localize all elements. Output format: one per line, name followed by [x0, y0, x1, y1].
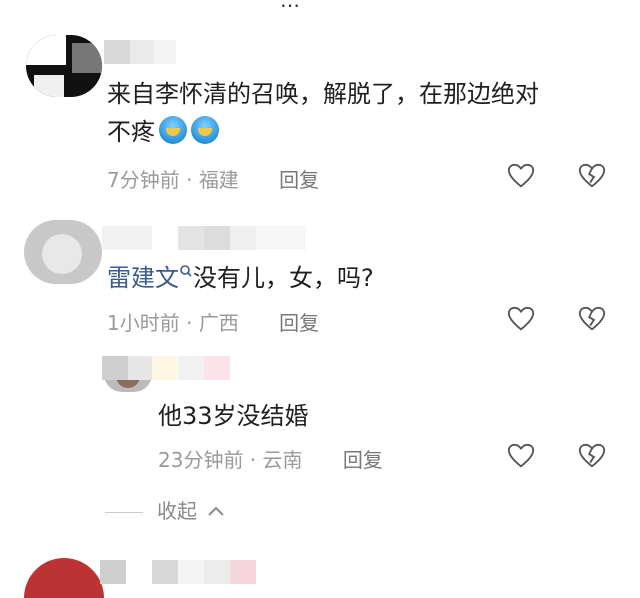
comment-meta: 1小时前 · 广西 回复 [107, 311, 320, 335]
comment-location: 福建 [198, 168, 239, 192]
comment-location: 广西 [198, 311, 239, 335]
comment-meta: 23分钟前 · 云南 回复 [158, 448, 383, 472]
reply-button[interactable]: 回复 [279, 168, 319, 192]
comment-time: 23分钟前 [158, 448, 244, 472]
comment-time: 7分钟前 [107, 168, 180, 192]
broken-heart-icon[interactable] [577, 441, 607, 471]
comment-body: 没有儿，女，吗? [193, 264, 374, 292]
heart-icon[interactable] [506, 304, 536, 334]
comment-meta: 7分钟前 · 福建 回复 [107, 168, 320, 192]
username-mosaic[interactable] [104, 40, 176, 64]
collapse-replies-button[interactable]: 收起 [105, 495, 225, 524]
chevron-up-icon [208, 506, 225, 516]
divider-line [105, 512, 143, 513]
heart-icon[interactable] [506, 161, 536, 191]
comment-text: 来自李怀清的召唤，解脱了，在那边绝对 不疼 [107, 75, 607, 151]
top-fragment-text: … [280, 0, 300, 12]
comment-location: 云南 [262, 448, 303, 472]
username-mosaic[interactable] [100, 560, 256, 584]
comment-text: 雷建文 没有儿，女，吗? [107, 259, 374, 297]
broken-heart-icon[interactable] [577, 304, 607, 334]
username-mosaic[interactable] [102, 356, 230, 380]
username-mosaic[interactable] [102, 226, 306, 250]
heart-icon[interactable] [506, 441, 536, 471]
emoji-icon [159, 116, 187, 144]
search-small-icon [180, 265, 192, 277]
comment-line: 不疼 [107, 118, 155, 146]
reply-button[interactable]: 回复 [279, 311, 319, 335]
comment-line: 来自李怀清的召唤，解脱了，在那边绝对 [107, 80, 539, 108]
broken-heart-icon[interactable] [577, 161, 607, 191]
mention-link[interactable]: 雷建文 [107, 264, 179, 292]
avatar[interactable] [24, 220, 102, 284]
comment-time: 1小时前 [107, 311, 180, 335]
avatar[interactable] [24, 558, 104, 598]
emoji-icon [191, 116, 219, 144]
comment-text: 他33岁没结婚 [158, 402, 309, 430]
avatar[interactable] [26, 35, 102, 97]
collapse-label: 收起 [157, 499, 197, 523]
reply-button[interactable]: 回复 [343, 448, 383, 472]
